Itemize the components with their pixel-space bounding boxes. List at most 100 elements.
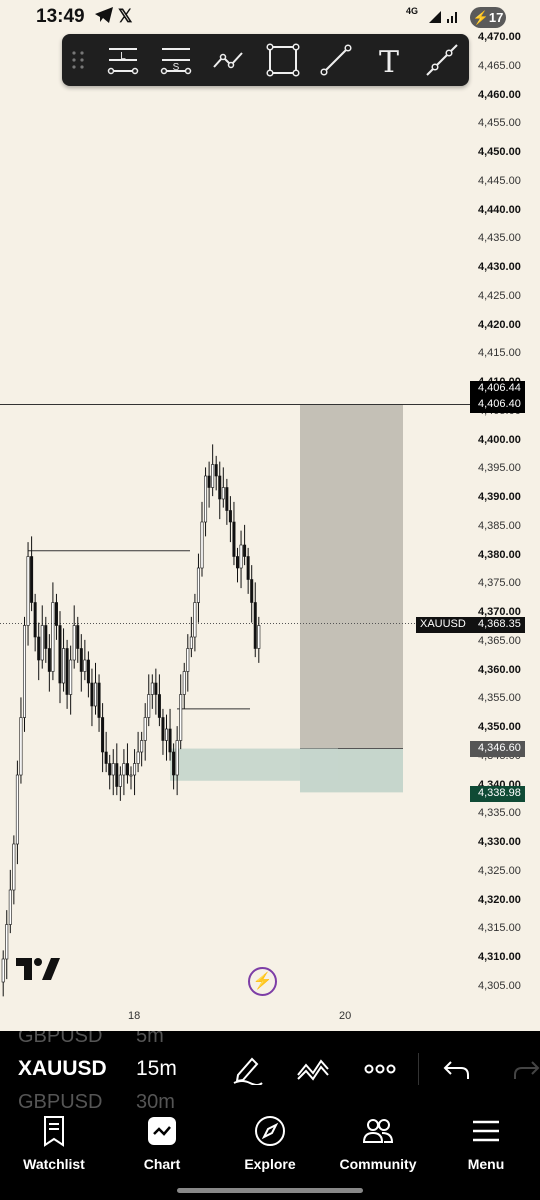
candle — [246, 556, 250, 580]
candle — [243, 544, 247, 557]
target-price-tag-2: 4,406.40 — [470, 397, 525, 413]
candle — [44, 625, 48, 649]
candle — [19, 717, 23, 776]
candle — [225, 487, 229, 511]
candle — [51, 602, 55, 672]
candle — [76, 625, 80, 649]
tool-letter: T — [379, 45, 399, 77]
interval-picker-next[interactable]: 30m — [136, 1091, 175, 1108]
telegram-icon — [94, 6, 114, 29]
candle — [33, 602, 37, 638]
bookmark-icon — [44, 1116, 64, 1147]
candle — [22, 625, 26, 718]
candle — [236, 556, 240, 569]
nav-label: Explore — [244, 1156, 296, 1172]
candle — [125, 763, 129, 776]
target-zone — [300, 404, 403, 749]
candle — [172, 751, 176, 776]
candle — [189, 636, 193, 649]
interval-picker-prev[interactable]: 5m — [136, 1031, 164, 1048]
price-tick: 4,350.00 — [478, 721, 521, 733]
candle — [165, 728, 169, 741]
price-tick: 4,445.00 — [478, 174, 521, 187]
toolbar-divider — [418, 1053, 419, 1085]
candle — [15, 774, 19, 845]
drag-handle-icon[interactable] — [71, 50, 85, 70]
nav-label: Watchlist — [23, 1156, 85, 1172]
candle — [232, 521, 236, 557]
trend-line-tool[interactable] — [319, 43, 353, 77]
price-tick: 4,310.00 — [478, 951, 521, 963]
candle — [69, 659, 73, 695]
candle — [250, 579, 254, 603]
interval-selector[interactable]: 15m — [136, 1057, 177, 1081]
price-tick: 4,335.00 — [478, 807, 521, 820]
date-axis[interactable]: 18 20 — [0, 1003, 540, 1031]
price-tick: 4,385.00 — [478, 519, 521, 532]
price-tick: 4,380.00 — [478, 548, 521, 561]
candle — [186, 648, 190, 672]
price-tick: 4,355.00 — [478, 692, 521, 705]
entry-price-tag: 4,346.60 — [470, 741, 525, 757]
candle — [58, 625, 62, 684]
symbol-picker-next[interactable]: GBPUSD — [18, 1091, 102, 1108]
price-chart[interactable] — [0, 30, 470, 1030]
symbol-selector[interactable]: XAUUSD — [18, 1057, 107, 1081]
nav-label: Community — [339, 1156, 417, 1172]
indicators-icon[interactable] — [296, 1053, 330, 1085]
symbol-picker-prev[interactable]: GBPUSD — [18, 1031, 102, 1048]
candle — [136, 751, 140, 764]
price-tick: 4,305.00 — [478, 979, 521, 992]
path-tool[interactable] — [212, 43, 246, 77]
candle — [97, 682, 101, 718]
text-tool[interactable]: T — [372, 43, 406, 80]
candle — [168, 728, 172, 753]
candle — [150, 682, 154, 695]
more-icon[interactable] — [363, 1053, 397, 1085]
hamburger-icon — [473, 1120, 499, 1142]
candle — [104, 751, 108, 764]
price-axis[interactable]: 4,470.00 4,465.00 4,460.00 4,455.00 4,450.00… — [470, 30, 540, 1030]
candle — [218, 475, 222, 500]
price-tick: 4,315.00 — [478, 922, 521, 935]
price-tick: 4,365.00 — [478, 634, 521, 647]
tradingview-app: 13:49 𝕏 4G ⚡17 4,470.00 4,465.00 4,460.00 4… — [0, 0, 540, 1200]
nav-menu[interactable]: Menu — [432, 1108, 540, 1186]
price-tick: 4,430.00 — [478, 261, 521, 273]
ray-icon — [426, 44, 458, 76]
candle — [211, 464, 215, 488]
rectangle-tool[interactable] — [266, 43, 300, 77]
candle — [147, 694, 151, 718]
path-icon — [213, 52, 243, 69]
candle — [196, 567, 200, 603]
candle — [193, 602, 197, 638]
candle — [253, 602, 257, 649]
nav-community[interactable]: Community — [324, 1108, 432, 1186]
short-position-tool[interactable]: S — [159, 43, 193, 77]
battery-charging-icon: ⚡17 — [470, 7, 506, 28]
candle — [12, 843, 16, 891]
stop-price-tag: 4,338.98 — [470, 786, 525, 802]
people-icon — [362, 1119, 394, 1143]
ray-tool[interactable] — [425, 43, 459, 77]
candle — [83, 659, 87, 672]
lightning-icon[interactable]: ⚡ — [248, 967, 277, 996]
pencil-icon[interactable] — [230, 1053, 264, 1085]
undo-icon[interactable] — [441, 1053, 475, 1085]
candle — [129, 774, 133, 777]
nav-explore[interactable]: Explore — [216, 1108, 324, 1186]
target-price-tag: 4,406.44 — [470, 381, 525, 397]
candle — [214, 464, 218, 477]
nav-watchlist[interactable]: Watchlist — [0, 1108, 108, 1186]
date-label: 18 — [128, 1010, 141, 1022]
status-bar: 13:49 𝕏 4G ⚡17 — [0, 0, 540, 34]
price-tick: 4,325.00 — [478, 864, 521, 877]
candle — [108, 763, 112, 776]
price-tick: 4,390.00 — [478, 491, 521, 503]
price-tick: 4,375.00 — [478, 577, 521, 590]
nav-chart[interactable]: Chart — [108, 1108, 216, 1186]
redo-icon[interactable] — [508, 1053, 540, 1085]
candle — [8, 889, 12, 925]
long-position-tool[interactable]: L — [106, 43, 140, 77]
price-tick: 4,425.00 — [478, 289, 521, 302]
